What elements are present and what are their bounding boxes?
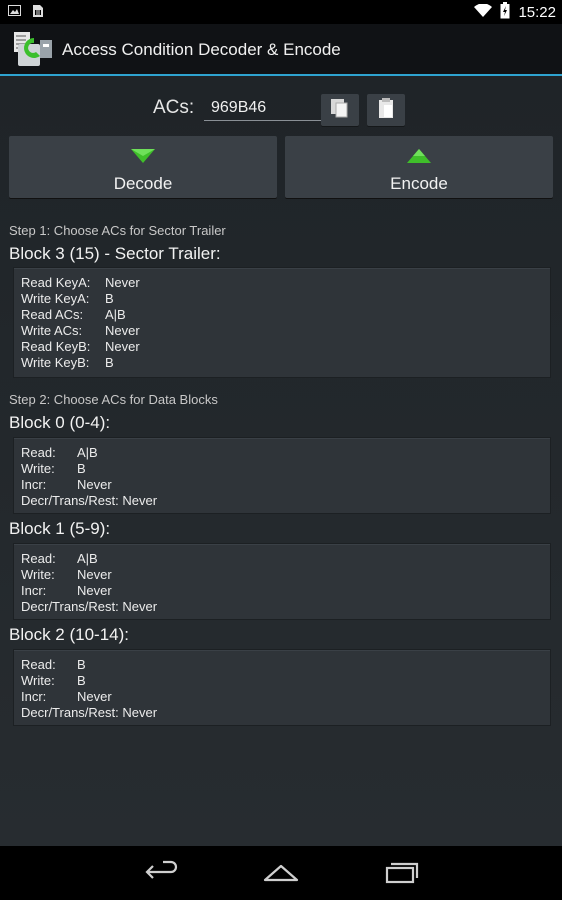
trailer-row: Read KeyA: Never [21,275,140,290]
navigation-bar [0,846,562,900]
trailer-row: Write ACs: Never [21,323,140,338]
block2-title: Block 2 (10-14): [9,625,129,644]
sim-icon [32,4,46,18]
home-icon [263,864,299,882]
clock: 15:22 [518,4,556,21]
image-icon [8,4,22,18]
app-title: Access Condition Decoder & Encode [62,40,341,59]
trailer-title: Block 3 (15) - Sector Trailer: [9,244,221,263]
acs-input[interactable] [204,96,321,121]
recents-button[interactable] [381,860,421,886]
block-row: Decr/Trans/Rest: Never [21,705,158,720]
status-bar: 15:22 [0,0,562,24]
step1-label: Step 1: Choose ACs for Sector Trailer [9,223,226,238]
trailer-row: Write KeyA: B [21,291,114,306]
paste-icon [375,97,397,124]
trailer-row: Write KeyB: B [21,355,114,370]
block-row: Write: Never [21,567,112,582]
recents-icon [385,862,419,884]
home-button[interactable] [261,860,301,886]
block-row: Decr/Trans/Rest: Never [21,493,158,508]
block-row: Read: B [21,657,86,672]
step2-label: Step 2: Choose ACs for Data Blocks [9,392,218,407]
decode-label: Decode [113,174,173,193]
trailer-row: Read KeyB: Never [21,339,140,354]
paste-button[interactable] [367,94,405,126]
wifi-icon [474,2,493,22]
battery-icon [500,2,510,23]
back-button[interactable] [141,860,181,886]
app-icon[interactable] [14,30,54,68]
block-row: Write: B [21,673,86,688]
back-icon [145,860,178,879]
copy-button[interactable] [321,94,359,126]
encode-label: Encode [390,174,448,193]
block-row: Read: A|B [21,551,98,566]
block-row: Decr/Trans/Rest: Never [21,599,158,614]
block-row: Incr: Never [21,477,112,492]
trailer-row: Read ACs: A|B [21,307,126,322]
block-row: Incr: Never [21,583,112,598]
block2-panel[interactable]: Read: B Write: B Incr: Never Decr/Trans/Res… [13,649,551,726]
decode-button[interactable]: Decode [9,136,277,198]
arrow-down-icon [131,149,155,163]
block-row: Incr: Never [21,689,112,704]
block1-title: Block 1 (5-9): [9,519,111,538]
block1-panel[interactable]: Read: A|B Write: Never Incr: Never Decr/Tra… [13,543,551,620]
arrow-up-icon [407,149,431,163]
action-bar: Access Condition Decoder & Encode [0,24,562,76]
encode-button[interactable]: Encode [285,136,553,198]
main-content: ACs: Decode Encode Step 1: Choose ACs fo… [0,76,562,846]
trailer-panel[interactable]: Read KeyA: Never Write KeyA: B Read ACs: A|… [13,267,551,378]
block0-title: Block 0 (0-4): [9,413,111,432]
block-row: Write: B [21,461,86,476]
copy-icon [329,97,351,124]
block0-panel[interactable]: Read: A|B Write: B Incr: Never Decr/Trans/R… [13,437,551,514]
acs-row: ACs: [0,86,562,126]
block-row: Read: A|B [21,445,98,460]
acs-label: ACs: [153,97,195,118]
